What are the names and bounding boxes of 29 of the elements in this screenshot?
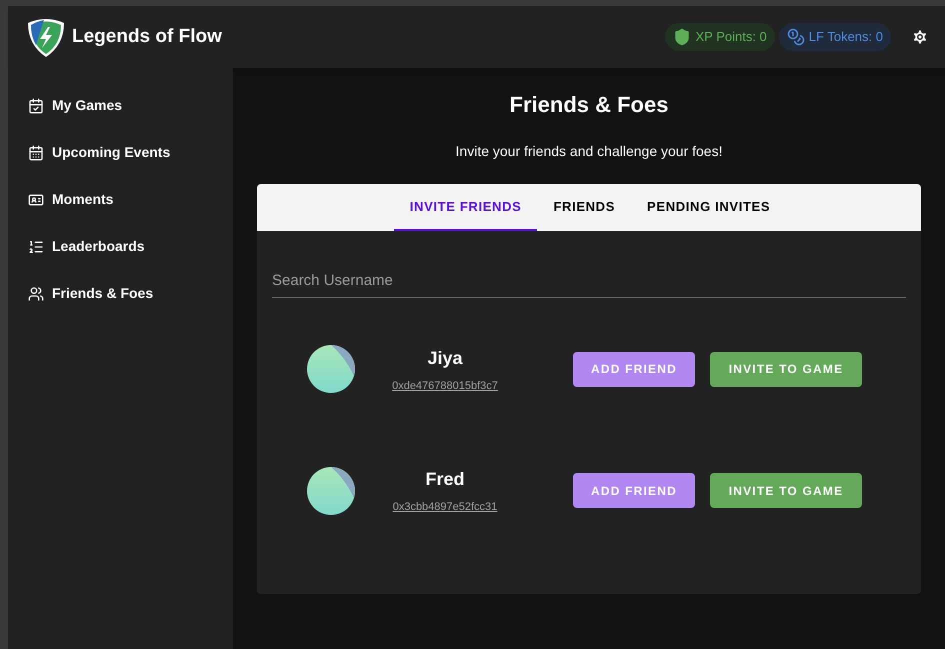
page-title: Friends & Foes	[510, 91, 668, 119]
avatar	[307, 466, 355, 515]
sidebar-item-icon	[28, 238, 44, 254]
sidebar-item-icon	[28, 144, 44, 160]
xp-points-text: XP Points: 0	[695, 28, 767, 46]
avatar	[307, 345, 355, 394]
sidebar-item-icon	[28, 98, 44, 114]
brand-name: Legends of Flow	[72, 24, 222, 49]
tab[interactable]: PENDING INVITES	[631, 184, 786, 231]
sidebar-item[interactable]: Upcoming Events	[28, 129, 233, 176]
sidebar-item-icon	[28, 192, 44, 208]
sidebar-item-icon	[28, 286, 44, 302]
wallet-address-link[interactable]: 0x3cbb4897e52fcc31	[392, 499, 498, 516]
tab[interactable]: FRIENDS	[537, 184, 632, 231]
sidebar-item[interactable]: Friends & Foes	[28, 270, 233, 317]
page-subtitle: Invite your friends and challenge your foes!	[456, 142, 722, 161]
shield-icon	[673, 28, 692, 46]
user-name: Fred	[425, 468, 464, 491]
wallet-address-link[interactable]: 0xde476788015bf3c7	[392, 378, 498, 394]
search-field[interactable]: Search Username	[272, 270, 906, 298]
tokens-text: LF Tokens: 0	[808, 28, 883, 46]
sidebar-item[interactable]: Moments	[28, 176, 233, 223]
settings-button[interactable]	[911, 28, 929, 46]
coins-icon	[786, 28, 805, 46]
sidebar-item[interactable]: Leaderboards	[28, 223, 233, 270]
user-name: Jiya	[427, 346, 463, 370]
sidebar-item[interactable]: My Games	[28, 82, 233, 129]
settings-icon	[911, 28, 929, 46]
tab[interactable]: INVITE FRIENDS	[394, 184, 538, 231]
